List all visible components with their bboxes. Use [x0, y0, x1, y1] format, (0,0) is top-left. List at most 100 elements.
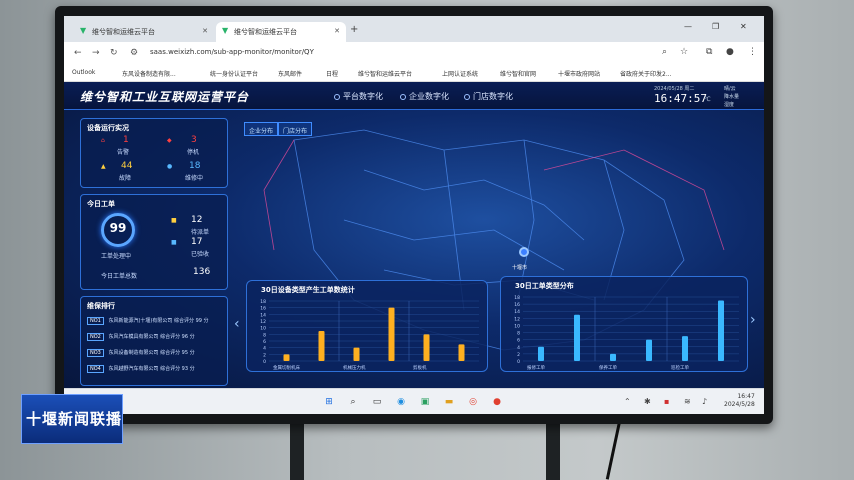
- chrome-icon[interactable]: ◎: [466, 395, 480, 409]
- stand-leg-right: [546, 418, 560, 480]
- extensions-icon[interactable]: ⧉: [706, 47, 712, 57]
- equipment-title: 设备运行实况: [87, 124, 129, 132]
- close-tab-icon[interactable]: ✕: [202, 27, 208, 35]
- pending-label: 待派单: [191, 229, 210, 236]
- stop-icon: ◆: [167, 137, 172, 144]
- bookmark-item[interactable]: Outlook: [72, 69, 95, 76]
- x-tick-label: 机械压力机: [343, 364, 366, 371]
- y-tick-label: 2: [263, 352, 266, 358]
- wifi-icon[interactable]: ≋: [684, 397, 691, 406]
- minimize-icon[interactable]: —: [684, 22, 692, 31]
- workorder-ring-value: 99: [109, 221, 127, 235]
- weather-item: 降水量: [724, 94, 740, 100]
- alarm-icon: ⌂: [101, 137, 105, 144]
- bookmark-item[interactable]: 东风邮件: [278, 69, 302, 78]
- bookmark-item[interactable]: 维兮智和运维云平台: [358, 69, 412, 78]
- back-icon[interactable]: ←: [74, 48, 82, 58]
- browser-tabbar: ▼ 维兮智和运维云平台 ✕ ▼ 维兮智和运维云平台 ✕ + — ❐ ✕: [64, 16, 764, 42]
- pending-value: 12: [191, 215, 203, 225]
- nav-enterprise[interactable]: 企业数字化: [400, 91, 449, 102]
- edge-icon[interactable]: ◉: [394, 395, 408, 409]
- nav-store[interactable]: 门店数字化: [464, 91, 513, 102]
- taskbar-clock[interactable]: 16:47 2024/5/28: [724, 393, 755, 409]
- stop-label: 停机: [187, 149, 200, 156]
- menu-icon[interactable]: ⋮: [748, 47, 757, 57]
- bookmark-item[interactable]: 维兮智和官网: [500, 69, 536, 78]
- bar: [574, 314, 580, 361]
- location-pin-icon[interactable]: [519, 247, 529, 257]
- bar: [538, 346, 544, 361]
- office-icon[interactable]: ●: [490, 395, 504, 409]
- bookmark-item[interactable]: 东风设备制造有限...: [122, 69, 176, 78]
- y-tick-label: 0: [263, 359, 266, 365]
- taskbar: ⊞ ⌕ ▭ ◉ ▣ ▬ ◎ ● ⌃ ✱ ▪ ≋ ♪ 16:47 2024/5/2…: [64, 388, 764, 414]
- site-info-icon[interactable]: ⚙: [130, 48, 138, 58]
- star-icon[interactable]: ☆: [680, 47, 688, 57]
- y-tick-label: 8: [263, 332, 266, 338]
- rank-score-label: 综合评分: [173, 318, 194, 324]
- bookmark-item[interactable]: 日程: [326, 69, 338, 78]
- bar: [610, 353, 616, 361]
- chevron-left-icon[interactable]: ‹: [234, 316, 240, 332]
- tray-chevron-icon[interactable]: ⌃: [624, 397, 631, 406]
- new-tab-button[interactable]: +: [350, 24, 358, 35]
- profile-icon[interactable]: ●: [726, 47, 734, 57]
- url-field[interactable]: saas.weixizh.com/sub-app-monitor/monitor…: [150, 48, 314, 56]
- store-distribution-button[interactable]: 门店分布: [278, 122, 313, 136]
- reload-icon[interactable]: ↻: [110, 48, 118, 58]
- workorder-total-value: 136: [193, 267, 211, 277]
- ranking-row[interactable]: NO4 东风越野汽车有限公司 综合评分 93 分: [87, 365, 195, 377]
- x-tick-label: 金属切削机床: [273, 364, 300, 371]
- y-tick-label: 16: [260, 306, 266, 312]
- forward-icon[interactable]: →: [92, 48, 100, 58]
- rank-name: 东风越野汽车有限公司: [108, 366, 159, 372]
- bookmark-item[interactable]: 十堰市政府网站: [558, 69, 600, 78]
- fault-value: 44: [121, 161, 133, 171]
- y-tick-label: 12: [260, 319, 266, 325]
- app-tray-icon[interactable]: ▪: [664, 397, 669, 406]
- bluetooth-icon[interactable]: ✱: [644, 397, 651, 406]
- search-icon[interactable]: ⌕: [346, 395, 360, 409]
- location-label: 十堰市: [512, 265, 528, 271]
- rank-score: 96 分: [181, 334, 195, 340]
- workorder-ring: 99: [101, 213, 135, 247]
- bar: [318, 331, 325, 361]
- folder-icon[interactable]: ▬: [442, 395, 456, 409]
- done-label: 已验收: [191, 251, 210, 258]
- close-window-icon[interactable]: ✕: [740, 22, 747, 31]
- y-tick-label: 16: [514, 302, 520, 308]
- bookmark-item[interactable]: 上网认证系统: [442, 69, 478, 78]
- dashboard: 维兮智和工业互联网运营平台 平台数字化 企业数字化 门店数字化 2024/05/…: [64, 82, 764, 388]
- y-tick-label: 10: [260, 326, 266, 332]
- ranking-row[interactable]: NO1 东风新能源汽(十堰)有限公司 综合评分 99 分: [87, 317, 209, 329]
- bar: [423, 334, 430, 361]
- search-icon[interactable]: ⌕: [662, 47, 667, 57]
- chevron-right-icon[interactable]: ›: [750, 312, 756, 328]
- pending-icon: ■: [171, 217, 177, 224]
- y-tick-label: 10: [514, 323, 520, 329]
- nav-label: 企业数字化: [409, 92, 449, 101]
- maximize-icon[interactable]: ❐: [712, 22, 719, 31]
- browser-tab[interactable]: ▼ 维兮智和运维云平台 ✕: [74, 22, 214, 42]
- bar: [718, 300, 724, 361]
- browser-tab-active[interactable]: ▼ 维兮智和运维云平台 ✕: [216, 22, 346, 42]
- clock-time: 16:47: [737, 393, 755, 400]
- nav-platform[interactable]: 平台数字化: [334, 91, 383, 102]
- windows-start-icon[interactable]: ⊞: [322, 395, 336, 409]
- close-tab-icon[interactable]: ✕: [334, 27, 340, 35]
- chart-panel-order-types: 30日工单类型分布 0 2 4 6 8 10 12 14 16 18 报修工单 保养工单 巡检工单: [500, 276, 748, 372]
- task-view-icon[interactable]: ▭: [370, 395, 384, 409]
- ranking-row[interactable]: NO3 东风设备制造有限公司 综合评分 95 分: [87, 349, 195, 361]
- fault-label: 故障: [119, 175, 132, 182]
- done-value: 17: [191, 237, 203, 247]
- bookmark-item[interactable]: 统一身份认证平台: [210, 69, 258, 78]
- widgets-icon[interactable]: ▣: [418, 395, 432, 409]
- x-tick-label: 报修工单: [527, 364, 545, 371]
- bookmark-item[interactable]: 省政府关于印发2...: [620, 69, 672, 78]
- volume-icon[interactable]: ♪: [702, 397, 707, 406]
- enterprise-distribution-button[interactable]: 企业分布: [244, 122, 279, 136]
- news-logo: 十堰新闻联播: [21, 394, 123, 444]
- ranking-row[interactable]: NO2 东风汽车模具有限公司 综合评分 96 分: [87, 333, 195, 345]
- chart-order-types: 02468 1012141618 报修工单 保养工单 巡检工单: [514, 295, 739, 371]
- workorder-title: 今日工单: [87, 200, 115, 208]
